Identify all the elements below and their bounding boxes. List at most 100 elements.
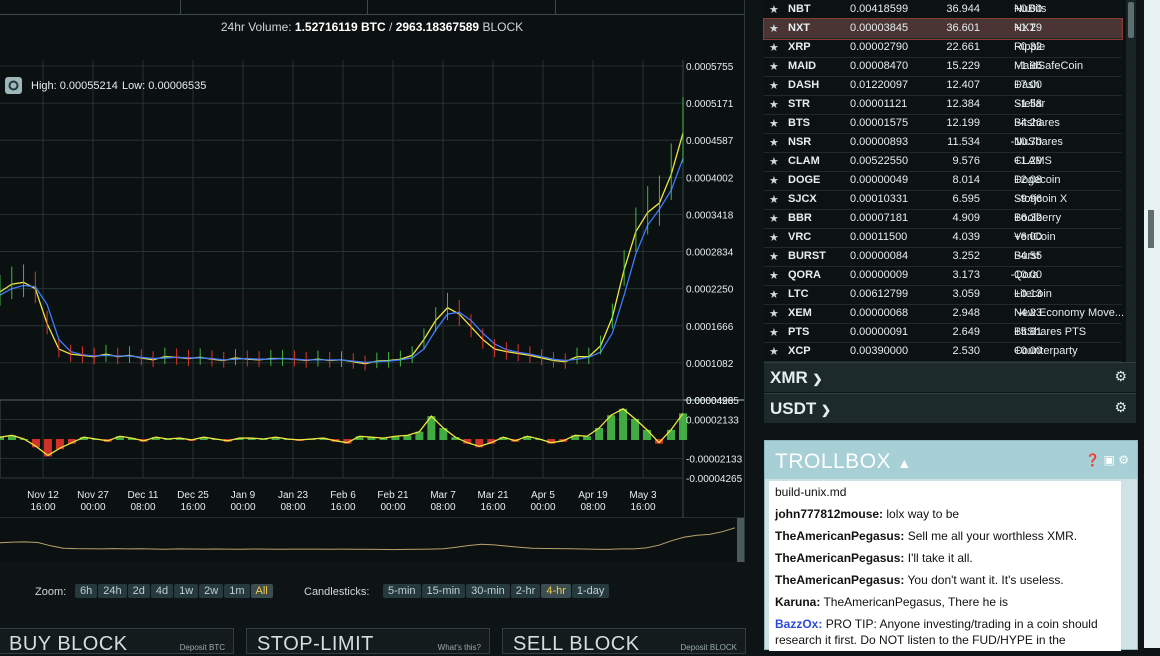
star-icon[interactable]: ★	[769, 288, 779, 301]
navigator-handle[interactable]	[737, 518, 744, 562]
star-icon[interactable]: ★	[769, 79, 779, 92]
section-usdt[interactable]: USDT ❯ ⚙	[764, 393, 1136, 423]
market-scroll-thumb[interactable]	[1128, 2, 1134, 38]
star-icon[interactable]: ★	[769, 231, 779, 244]
star-icon[interactable]: ★	[769, 98, 779, 111]
star-icon[interactable]: ★	[769, 174, 779, 187]
market-row-sjcx[interactable]: ★ SJCX 0.00010331 6.595 -9.96 Storjcoin X	[764, 190, 1122, 210]
market-row-ltc[interactable]: ★ LTC 0.00612799 3.059 +0.13 Litecoin	[764, 285, 1122, 305]
star-icon[interactable]: ★	[769, 3, 779, 16]
zoom-1m-button[interactable]: 1m	[224, 584, 250, 598]
zoom-24h-button[interactable]: 24h	[98, 584, 127, 598]
y-tick-label: 0.0003418	[686, 210, 734, 221]
market-row-burst[interactable]: ★ BURST 0.00000084 3.252 -4.55 Burst	[764, 247, 1122, 267]
chat-username[interactable]: TheAmericanPegasus:	[775, 551, 904, 565]
x-tick-date: Dec 25	[177, 490, 209, 501]
oscillator-panel	[0, 399, 684, 479]
navigator-panel[interactable]	[0, 518, 737, 562]
market-row-xrp[interactable]: ★ XRP 0.00002790 22.661 -0.32 Ripple	[764, 38, 1122, 58]
market-symbol: DOGE	[788, 174, 821, 186]
market-scrollbar[interactable]	[1126, 0, 1136, 362]
market-row-pts[interactable]: ★ PTS 0.00000091 2.649 +5.81 BitShares PTS	[764, 323, 1122, 343]
volume-line: 24hr Volume: 1.52716119 BTC / 2963.18367…	[0, 20, 744, 34]
star-icon[interactable]: ★	[769, 307, 779, 320]
section-xmr[interactable]: XMR ❯ ⚙	[764, 362, 1136, 392]
market-row-doge[interactable]: ★ DOGE 0.00000049 8.014 +2.08 Dogecoin	[764, 171, 1122, 191]
market-name: MaidSafeCoin	[1014, 60, 1084, 72]
help-icon[interactable]: ❓	[1085, 453, 1100, 467]
window-scroll-thumb[interactable]	[1148, 210, 1154, 248]
star-icon[interactable]: ★	[769, 41, 779, 54]
candle-4-hr-button[interactable]: 4-hr	[541, 584, 571, 598]
buy-box[interactable]: BUY BLOCK Deposit BTC	[0, 628, 234, 655]
candle-5-min-button[interactable]: 5-min	[383, 584, 421, 598]
market-row-nbt[interactable]: ★ NBT 0.00418599 36.944 +0.00 NuBits	[764, 0, 1122, 20]
market-row-xem[interactable]: ★ XEM 0.00000068 2.948 -4.23 New Economy Move…	[764, 304, 1124, 324]
sell-box[interactable]: SELL BLOCK Deposit BLOCK	[502, 628, 746, 655]
star-icon[interactable]: ★	[769, 345, 779, 358]
price-chart[interactable]: 0.0005755 0.0005171 0.0004587 0.0004002 0.00…	[0, 44, 744, 562]
stop-limit-box[interactable]: STOP-LIMIT What's this?	[246, 628, 490, 655]
chat-username[interactable]: BazzOx:	[775, 617, 822, 631]
volume-label: 24hr Volume:	[220, 20, 292, 34]
chat-username[interactable]: Karuna:	[775, 595, 820, 609]
star-icon[interactable]: ★	[769, 155, 779, 168]
market-row-bts[interactable]: ★ BTS 0.00001575 12.199 -4.26 Bitshares	[764, 114, 1122, 134]
x-tick-time: 08:00	[430, 502, 455, 513]
trollbox-messages[interactable]: build-unix.md john777812mouse: lolx way t…	[769, 481, 1121, 651]
trollbox-header[interactable]: TROLLBOX ▲ ❓ ▣ ⚙	[765, 441, 1137, 479]
candle-1-day-button[interactable]: 1-day	[571, 584, 610, 598]
x-tick-time: 16:00	[30, 502, 55, 513]
chart-settings-icon[interactable]	[5, 77, 22, 94]
star-icon[interactable]: ★	[769, 60, 779, 73]
market-row-bbr[interactable]: ★ BBR 0.00007181 4.909 +6.32 Boolberry	[764, 209, 1122, 229]
zoom-2d-button[interactable]: 2d	[127, 584, 150, 598]
divider	[555, 0, 556, 14]
star-icon[interactable]: ★	[769, 136, 779, 149]
market-row-dash[interactable]: ★ DASH 0.01220097 12.407 +7.00 Dash	[764, 76, 1122, 96]
chat-username[interactable]: TheAmericanPegasus:	[775, 573, 904, 587]
series-line-1	[0, 158, 684, 364]
market-row-str[interactable]: ★ STR 0.00001121 12.384 -1.58 Stellar	[764, 95, 1122, 115]
star-icon[interactable]: ★	[769, 269, 779, 282]
section-label: USDT	[770, 399, 817, 418]
star-icon[interactable]: ★	[769, 212, 779, 225]
zoom-6h-button[interactable]: 6h	[75, 584, 98, 598]
star-icon[interactable]: ★	[769, 193, 779, 206]
chat-message: TheAmericanPegasus: Sell me all your wor…	[769, 525, 1121, 547]
volume-separator: /	[389, 20, 393, 34]
chevron-up-icon[interactable]: ▲	[897, 455, 911, 471]
zoom-1w-button[interactable]: 1w	[174, 584, 199, 598]
star-icon[interactable]: ★	[769, 22, 779, 35]
zoom-all-button[interactable]: All	[250, 584, 273, 598]
gear-icon[interactable]: ⚙	[1114, 368, 1127, 385]
market-row-qora[interactable]: ★ QORA 0.00000009 3.173 -10.00 Qora	[764, 266, 1122, 286]
volume-btc: 1.52716119 BTC	[294, 20, 386, 34]
market-symbol: NSR	[788, 136, 812, 148]
trollbox-title: TROLLBOX	[775, 450, 892, 473]
chat-username[interactable]: TheAmericanPegasus:	[775, 529, 904, 543]
y-tick-label: 0.0004587	[686, 136, 734, 147]
market-row-clam[interactable]: ★ CLAM 0.00522550 9.576 +1.29 CLAMS	[764, 152, 1122, 172]
gear-icon[interactable]: ⚙	[1118, 453, 1129, 467]
chat-username[interactable]: john777812mouse:	[775, 507, 883, 521]
market-row-maid[interactable]: ★ MAID 0.00008470 15.229 -1.96 MaidSafeCoin	[764, 57, 1122, 77]
gear-icon[interactable]: ⚙	[1114, 399, 1127, 416]
candle-30-min-button[interactable]: 30-min	[466, 584, 510, 598]
star-icon[interactable]: ★	[769, 326, 779, 339]
candle-2-hr-button[interactable]: 2-hr	[510, 584, 541, 598]
popout-icon[interactable]: ▣	[1104, 453, 1115, 467]
market-row-vrc[interactable]: ★ VRC 0.00011500 4.039 +6.00 VeriCoin	[764, 228, 1122, 248]
candle-15-min-button[interactable]: 15-min	[421, 584, 466, 598]
zoom-4d-button[interactable]: 4d	[150, 584, 174, 598]
chat-message: build-unix.md	[769, 481, 1121, 503]
high-label: High: 0.00055214	[31, 80, 118, 92]
market-row-nsr[interactable]: ★ NSR 0.00000893 11.534 -10.70 NuShares	[764, 133, 1122, 153]
zoom-2w-button[interactable]: 2w	[199, 584, 224, 598]
market-row-xcp[interactable]: ★ XCP 0.00390000 2.530 +0.00 Counterparty	[764, 342, 1122, 362]
x-tick-date: May 3	[629, 490, 657, 501]
x-tick-time: 08:00	[130, 502, 155, 513]
star-icon[interactable]: ★	[769, 250, 779, 263]
star-icon[interactable]: ★	[769, 117, 779, 130]
market-row-nxt[interactable]: ★ NXT 0.00003845 36.601 +1.29 NXT	[763, 18, 1123, 40]
